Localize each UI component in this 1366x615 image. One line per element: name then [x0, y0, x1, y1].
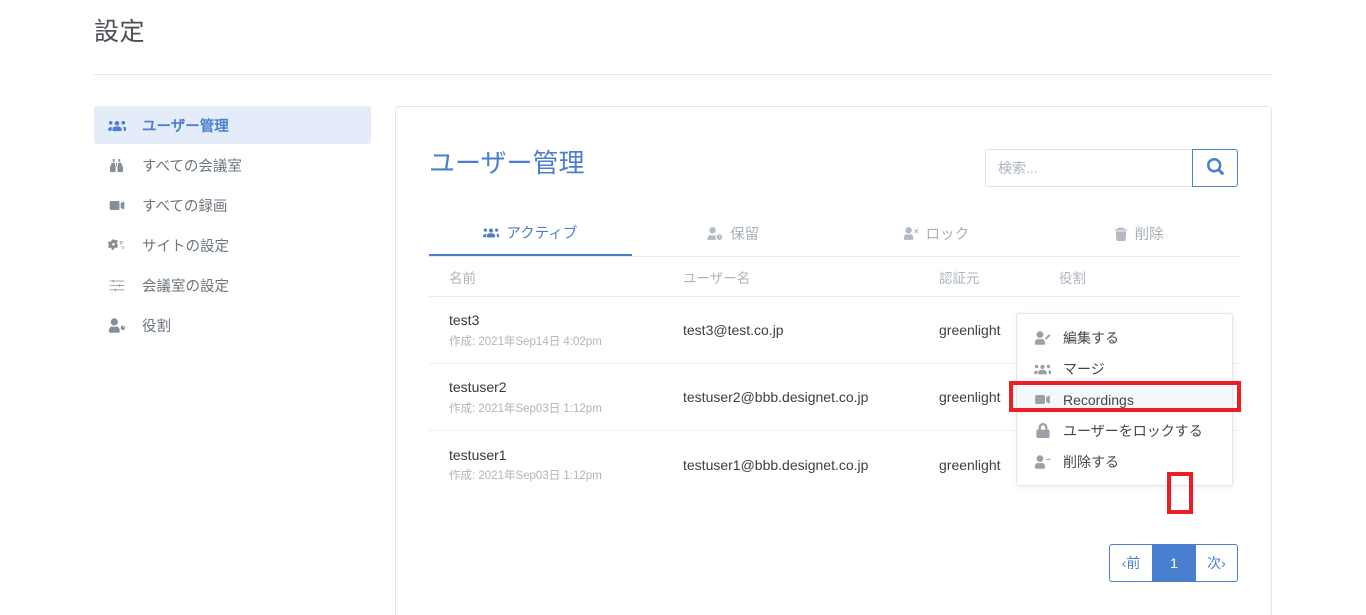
lock-icon	[1033, 423, 1052, 438]
settings-page: 設定 ユーザー管理 すべての会議室 すべての録画 サイトの設定 会議室の設定 役…	[0, 0, 1366, 615]
table-header-row: 名前 ユーザー名 認証元 役割	[429, 257, 1240, 297]
user-minus-icon	[1033, 454, 1052, 469]
user-email: test3@test.co.jp	[683, 322, 784, 338]
user-name: test3	[449, 312, 480, 329]
user-email: testuser2@bbb.designet.co.jp	[683, 389, 869, 405]
menu-item-label: Recordings	[1063, 391, 1134, 408]
sidebar-item-roles[interactable]: 役割	[94, 306, 371, 344]
user-name-cell: test3 作成: 2021年Sep14日 4:02pm	[429, 311, 683, 349]
tab-label: ロック	[925, 227, 970, 243]
sliders-icon	[108, 278, 134, 293]
user-email: testuser1@bbb.designet.co.jp	[683, 456, 869, 473]
tab-locked-users[interactable]: ロック	[835, 211, 1038, 256]
user-lock-icon	[903, 227, 919, 240]
menu-item-label: ユーザーをロックする	[1063, 422, 1203, 439]
tab-label: 保留	[730, 227, 760, 243]
sidebar-item-label: すべての録画	[142, 198, 228, 215]
pagination: ‹前 1 次›	[1109, 544, 1238, 582]
sidebar-item-all-recordings[interactable]: すべての録画	[94, 186, 371, 224]
users-icon	[108, 118, 134, 133]
sidebar-item-label: サイトの設定	[142, 238, 229, 255]
menu-item-edit[interactable]: 編集する	[1017, 322, 1232, 353]
cogs-icon	[108, 238, 134, 253]
row-actions-dropdown-menu: 編集する マージ Recordings ユーザーをロックする 削除する	[1016, 313, 1233, 486]
column-header-auth: 認証元	[939, 270, 980, 286]
tab-label: 削除	[1134, 227, 1164, 243]
tab-pending-users[interactable]: 保留	[632, 211, 835, 256]
sidebar-item-label: 会議室の設定	[142, 278, 229, 295]
users-merge-icon	[1033, 362, 1052, 376]
pagination-page-1[interactable]: 1	[1152, 544, 1195, 582]
menu-item-recordings[interactable]: Recordings	[1017, 384, 1232, 415]
search-icon	[1206, 158, 1224, 178]
settings-sidebar: ユーザー管理 すべての会議室 すべての録画 サイトの設定 会議室の設定 役割	[94, 106, 371, 344]
sidebar-item-label: 役割	[142, 318, 171, 335]
trash-icon	[1114, 227, 1128, 241]
user-tag-icon	[108, 317, 134, 333]
user-created: 作成: 2021年Sep03日 1:12pm	[449, 470, 602, 483]
menu-item-merge[interactable]: マージ	[1017, 353, 1232, 384]
pagination-prev[interactable]: ‹前	[1109, 544, 1152, 582]
search-button[interactable]	[1192, 149, 1238, 187]
user-name: testuser2	[449, 379, 507, 396]
menu-item-label: マージ	[1063, 360, 1105, 377]
user-name: testuser1	[449, 446, 507, 463]
user-clock-icon	[707, 227, 723, 240]
pagination-next[interactable]: 次›	[1195, 544, 1238, 582]
menu-item-delete[interactable]: 削除する	[1017, 446, 1232, 477]
sidebar-item-all-rooms[interactable]: すべての会議室	[94, 146, 371, 184]
user-edit-icon	[1033, 330, 1052, 345]
search-input[interactable]	[985, 149, 1192, 187]
sidebar-item-room-settings[interactable]: 会議室の設定	[94, 266, 371, 304]
user-created: 作成: 2021年Sep14日 4:02pm	[449, 335, 602, 348]
tab-deleted-users[interactable]: 削除	[1037, 211, 1240, 256]
video-camera-icon	[108, 199, 134, 212]
column-header-name: 名前	[449, 270, 476, 286]
page-title: 設定	[94, 18, 146, 46]
binoculars-icon	[108, 158, 134, 173]
menu-item-label: 編集する	[1063, 329, 1119, 346]
tab-label: アクティブ	[506, 226, 578, 242]
card-title: ユーザー管理	[429, 148, 585, 178]
user-name-cell: testuser2 作成: 2021年Sep03日 1:12pm	[429, 378, 683, 416]
user-created: 作成: 2021年Sep03日 1:12pm	[449, 402, 602, 415]
menu-item-lock-user[interactable]: ユーザーをロックする	[1017, 415, 1232, 446]
user-status-tabs: アクティブ 保留 ロック 削除	[429, 211, 1240, 257]
user-name-cell: testuser1 作成: 2021年Sep03日 1:12pm	[429, 446, 683, 484]
column-header-role: 役割	[1059, 270, 1086, 286]
column-header-username: ユーザー名	[683, 270, 751, 286]
sidebar-item-label: すべての会議室	[142, 158, 242, 175]
search-bar	[985, 149, 1238, 187]
users-icon	[483, 226, 500, 239]
video-camera-icon	[1033, 393, 1052, 406]
tab-active-users[interactable]: アクティブ	[429, 211, 632, 256]
sidebar-item-site-settings[interactable]: サイトの設定	[94, 226, 371, 264]
sidebar-item-user-management[interactable]: ユーザー管理	[94, 106, 371, 144]
header-divider	[94, 74, 1272, 75]
sidebar-item-label: ユーザー管理	[142, 118, 229, 135]
menu-item-label: 削除する	[1063, 453, 1119, 470]
